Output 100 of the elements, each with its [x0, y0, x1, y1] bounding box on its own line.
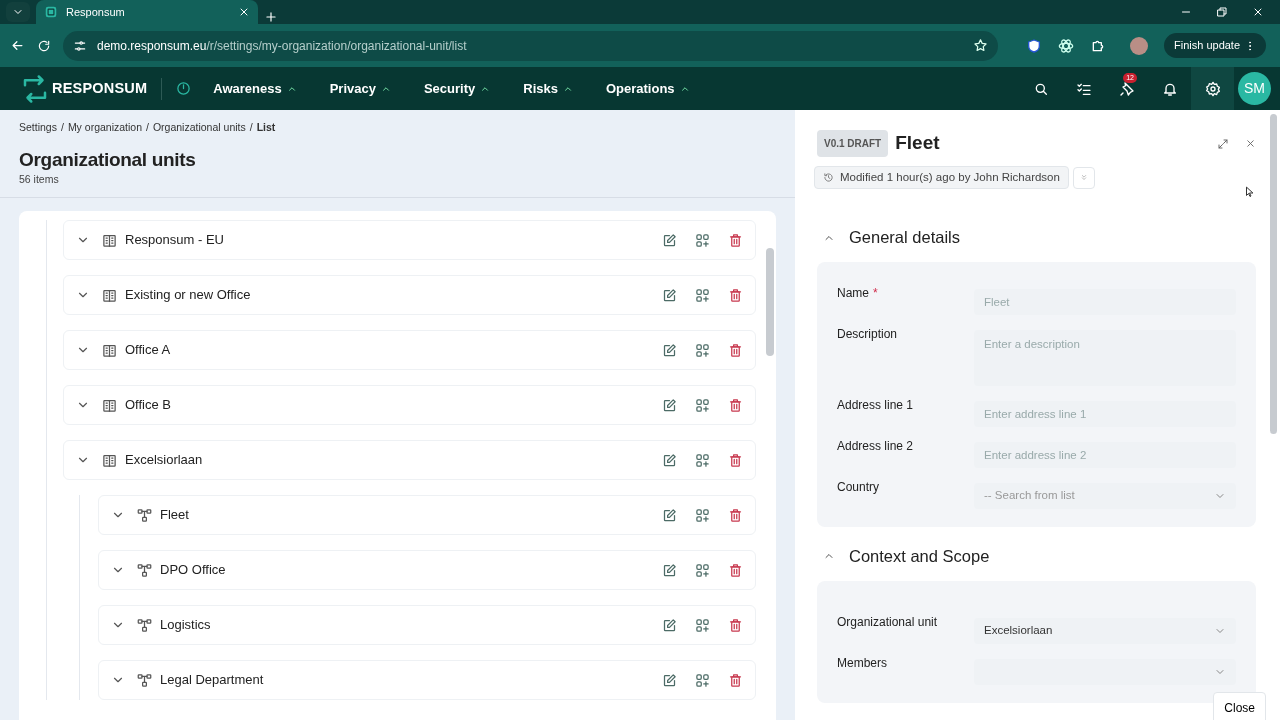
section-toggle[interactable]: Context and Scope [823, 544, 990, 569]
shield-icon[interactable] [1026, 37, 1042, 54]
logo[interactable]: RESPONSUM [20, 73, 148, 104]
reload-icon[interactable] [37, 38, 51, 53]
new-tab-icon[interactable] [264, 10, 278, 24]
breadcrumb-link[interactable]: List [256, 120, 276, 136]
trash-icon[interactable] [728, 672, 743, 688]
breadcrumb-link[interactable]: My organization [67, 120, 142, 136]
tree-row[interactable]: Existing or new Office [63, 275, 756, 315]
add-grid-icon[interactable] [695, 232, 710, 248]
add-grid-icon[interactable] [695, 452, 710, 468]
edit-icon[interactable] [662, 232, 677, 248]
edit-icon[interactable] [662, 397, 677, 413]
add-grid-icon[interactable] [695, 397, 710, 413]
close-button[interactable]: Close [1213, 692, 1266, 720]
page-title: Organizational units [19, 148, 197, 172]
field-label: Description [837, 327, 898, 341]
trash-icon[interactable] [728, 397, 743, 413]
tree-row[interactable]: Office A [63, 330, 756, 370]
tree-row[interactable]: DPO Office [98, 550, 756, 590]
add-grid-icon[interactable] [695, 507, 710, 523]
unit-name: Responsum - EU [125, 231, 224, 250]
site-settings-icon[interactable] [73, 38, 87, 53]
back-icon[interactable] [10, 38, 25, 53]
add-grid-icon[interactable] [695, 672, 710, 688]
text-area[interactable]: Enter a description [974, 330, 1236, 386]
bookmark-star-icon[interactable] [973, 38, 988, 53]
edit-icon[interactable] [662, 507, 677, 523]
edit-icon[interactable] [662, 287, 677, 303]
profile-avatar[interactable] [1130, 36, 1148, 55]
edit-icon[interactable] [662, 342, 677, 358]
close-icon[interactable] [238, 6, 250, 18]
browser-tab[interactable]: Responsum [36, 0, 258, 24]
nav-menu[interactable]: Risks [523, 78, 573, 99]
history-icon [823, 172, 834, 184]
edit-icon[interactable] [662, 672, 677, 688]
cursor-icon [1244, 185, 1256, 199]
trash-icon[interactable] [728, 342, 743, 358]
pin-icon[interactable] [1118, 80, 1135, 97]
breadcrumb-separator: / [249, 120, 253, 135]
unit-name: Logistics [160, 616, 211, 635]
breadcrumb-separator: / [60, 120, 64, 135]
org-chart-icon [137, 672, 152, 688]
section-toggle[interactable]: General details [823, 225, 960, 250]
tree-row[interactable]: Responsum - EU [63, 220, 756, 260]
unit-name: Fleet [160, 506, 189, 525]
tree-row[interactable]: Legal Department [98, 660, 756, 700]
tree-row[interactable]: Logistics [98, 605, 756, 645]
nav-menu[interactable]: Security [423, 78, 491, 99]
breadcrumb-link[interactable]: Organizational units [152, 120, 246, 136]
trash-icon[interactable] [728, 452, 743, 468]
scrollbar[interactable] [766, 248, 774, 356]
building-icon [102, 397, 117, 413]
building-icon [102, 342, 117, 358]
add-grid-icon[interactable] [695, 617, 710, 633]
field-label: Address line 1 [837, 398, 914, 412]
trash-icon[interactable] [728, 507, 743, 523]
unit-name: DPO Office [160, 561, 226, 580]
unit-name: Office B [125, 396, 171, 415]
add-grid-icon[interactable] [695, 562, 710, 578]
nav-menu[interactable]: Privacy [329, 78, 391, 99]
address-bar[interactable]: demo.responsum.eu/r/settings/my-organization/organizational-unit/list [63, 30, 998, 61]
breadcrumb-link[interactable]: Settings [19, 120, 57, 136]
expand-icon[interactable] [1217, 137, 1229, 150]
scrollbar[interactable] [1270, 114, 1277, 434]
history-toggle-button[interactable] [1072, 166, 1095, 189]
add-grid-icon[interactable] [695, 342, 710, 358]
restore-icon[interactable] [1216, 6, 1228, 18]
field-label: Organizational unit [837, 614, 938, 629]
update-button[interactable]: Finish update [1164, 33, 1267, 58]
edit-icon[interactable] [662, 617, 677, 633]
nav-menu[interactable]: Operations [605, 78, 690, 99]
input-field[interactable]: Fleet [974, 289, 1236, 315]
tab-list-button[interactable] [6, 2, 30, 22]
trash-icon[interactable] [728, 287, 743, 303]
add-grid-icon[interactable] [695, 287, 710, 303]
unit-name: Existing or new Office [125, 286, 251, 305]
select-field[interactable] [974, 658, 1236, 685]
trash-icon[interactable] [728, 232, 743, 248]
input-field[interactable]: Enter address line 2 [974, 442, 1236, 468]
tree-row[interactable]: Excelsiorlaan [63, 440, 756, 480]
field-label: Members [837, 655, 887, 670]
item-count: 56 items [19, 171, 60, 187]
input-field[interactable]: Enter address line 1 [974, 401, 1236, 427]
edit-icon[interactable] [662, 452, 677, 468]
trash-icon[interactable] [728, 562, 743, 578]
settings-icon[interactable] [1204, 80, 1221, 97]
tree-row[interactable]: Fleet [98, 495, 756, 535]
org-chart-icon [137, 562, 152, 578]
page-icon [44, 5, 58, 19]
trash-icon[interactable] [728, 617, 743, 633]
atom-icon[interactable] [1058, 37, 1074, 54]
select-field[interactable]: Excelsiorlaan [974, 617, 1236, 644]
panel-title: Fleet [895, 132, 940, 155]
logo-text: RESPONSUM [52, 78, 148, 98]
tree-row[interactable]: Office B [63, 385, 756, 425]
nav-menu[interactable]: Awareness [213, 78, 297, 99]
required-mark: * [873, 286, 878, 300]
edit-icon[interactable] [662, 562, 677, 578]
close-icon[interactable] [1252, 6, 1264, 18]
